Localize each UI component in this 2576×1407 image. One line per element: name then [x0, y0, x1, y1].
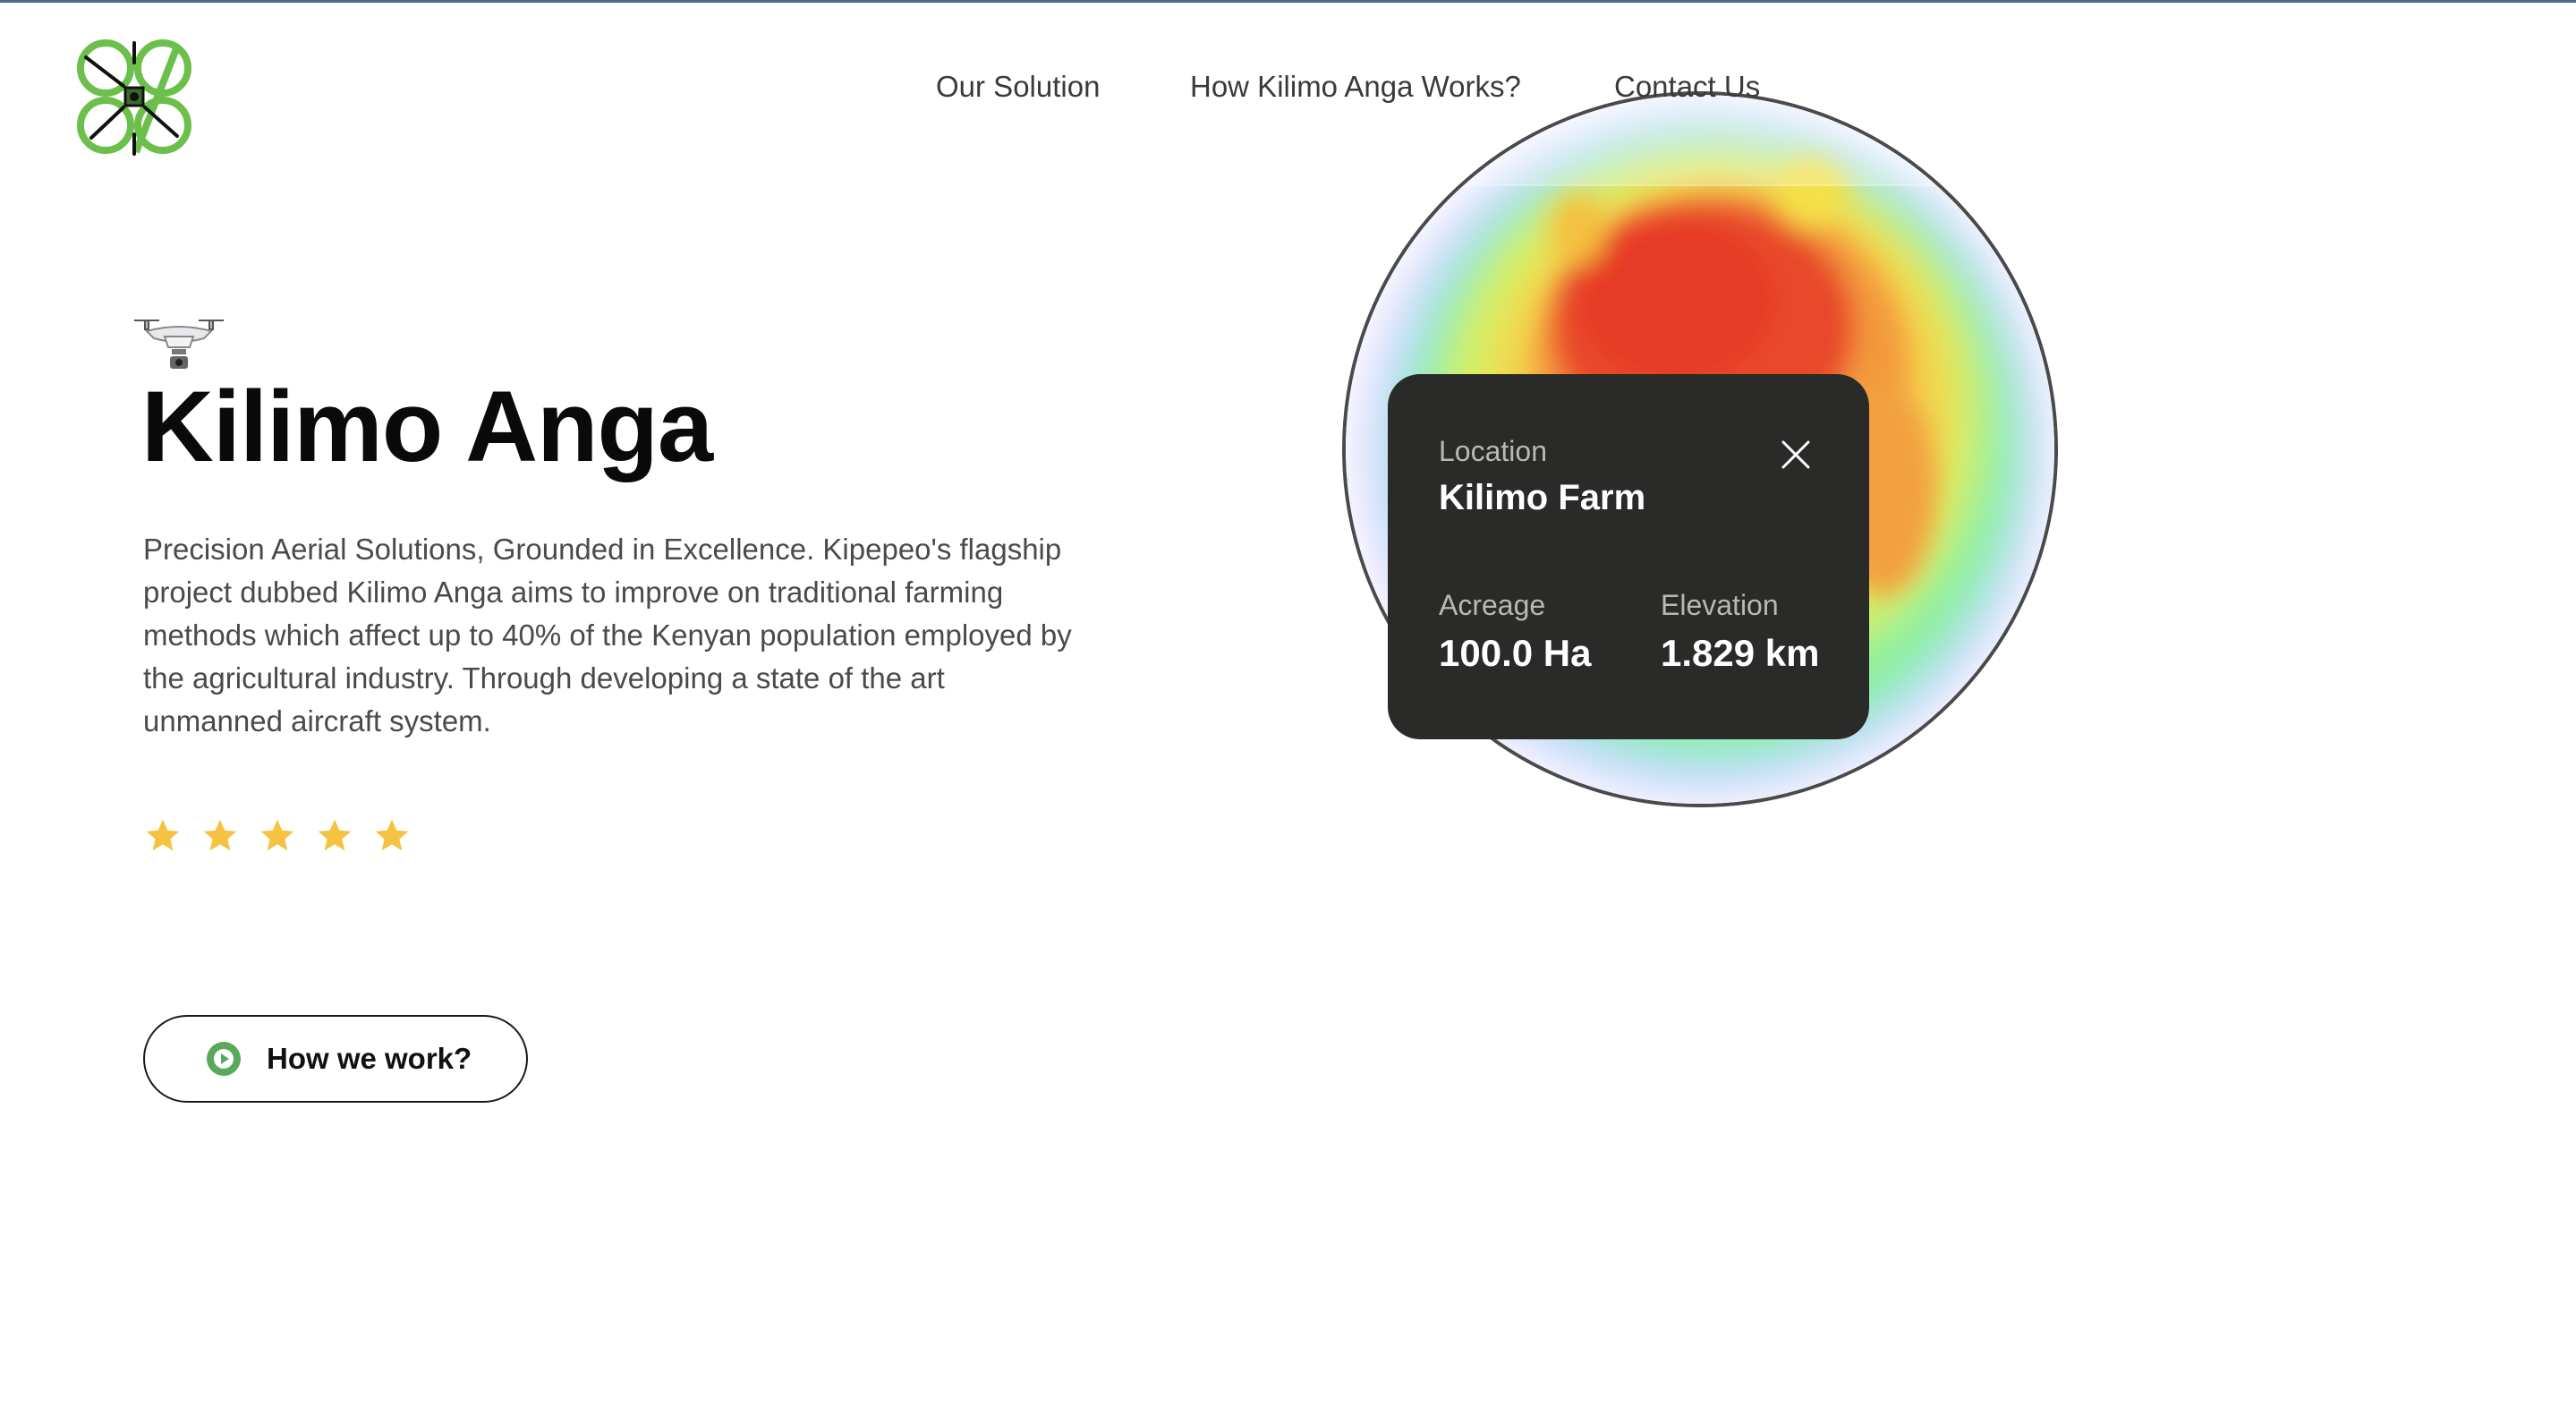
hero-title: Kilimo Anga [141, 371, 713, 482]
elevation-value: 1.829 km [1661, 632, 1820, 674]
drone-butterfly-logo-icon[interactable] [72, 34, 197, 159]
elevation-label: Elevation [1661, 589, 1779, 621]
close-icon[interactable] [1778, 437, 1814, 473]
acreage-label: Acreage [1439, 589, 1546, 621]
star-icon [375, 819, 409, 851]
star-icon [203, 819, 237, 851]
play-icon [207, 1042, 241, 1076]
drone-icon [134, 320, 224, 369]
how-we-work-button[interactable]: How we work? [143, 1015, 528, 1103]
how-we-work-label: How we work? [267, 1042, 472, 1075]
star-icon [318, 819, 352, 851]
rating-stars [143, 816, 412, 856]
hero-description: Precision Aerial Solutions, Grounded in … [143, 533, 1072, 738]
page: Our Solution How Kilimo Anga Works? Cont… [0, 0, 2576, 1407]
star-icon [260, 819, 294, 851]
nav-how-it-works[interactable]: How Kilimo Anga Works? [1190, 70, 1521, 104]
location-label: Location [1439, 435, 1547, 467]
acreage-value: 100.0 Ha [1439, 632, 1592, 674]
top-border [0, 0, 2576, 3]
nav-contact-us[interactable]: Contact Us [1614, 70, 1760, 104]
location-value: Kilimo Farm [1439, 478, 1646, 517]
nav-our-solution[interactable]: Our Solution [936, 70, 1100, 104]
star-icon [146, 819, 180, 851]
farm-info-card: Location Kilimo Farm Acreage 100.0 Ha El… [1388, 374, 1869, 739]
